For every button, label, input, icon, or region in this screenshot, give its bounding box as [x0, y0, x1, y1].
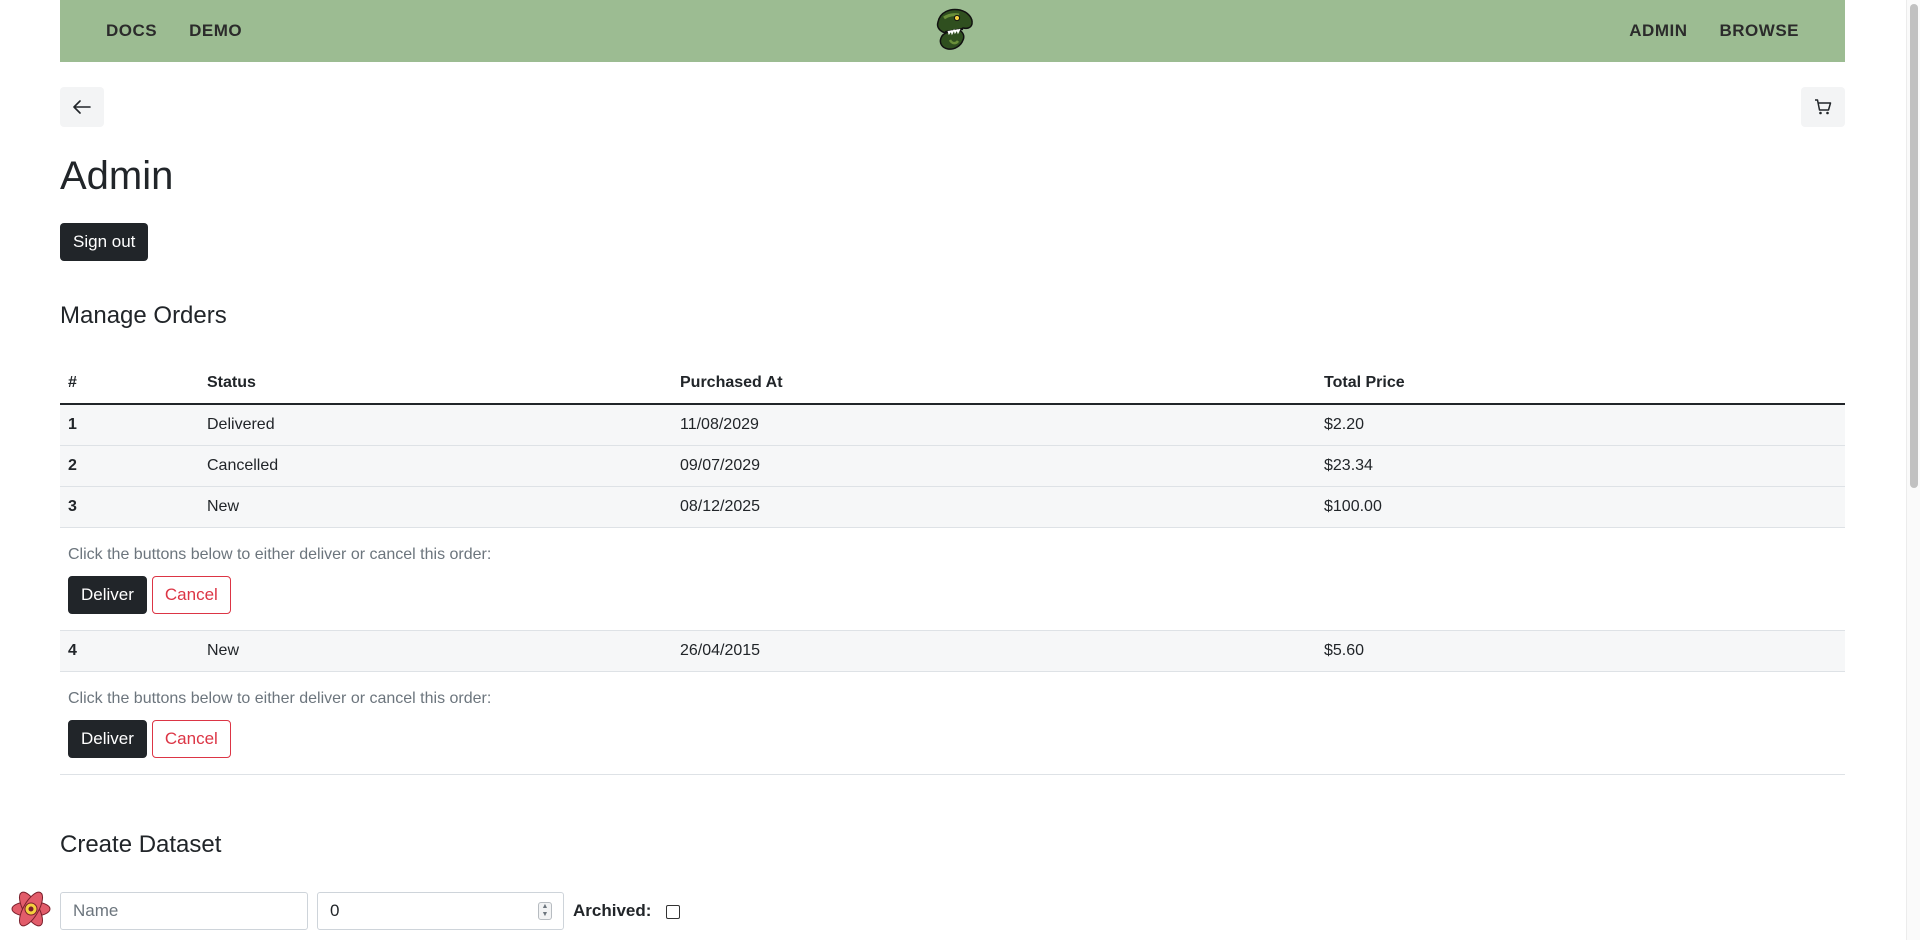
order-total: $23.34 [1316, 445, 1845, 487]
create-dataset-heading: Create Dataset [60, 831, 222, 858]
dataset-number-field: ▲▼ [317, 892, 564, 930]
order-id: 2 [60, 445, 199, 487]
deliver-button[interactable]: Deliver [68, 575, 147, 614]
order-status: Delivered [199, 404, 672, 446]
order-total: $2.20 [1316, 404, 1845, 446]
orders-table: # Status Purchased At Total Price 1 Deli… [60, 362, 1845, 775]
column-header-status: Status [199, 362, 672, 405]
order-total: $5.60 [1316, 630, 1845, 672]
order-actions-note: Click the buttons below to either delive… [68, 689, 492, 707]
order-actions-cell: Click the buttons below to either delive… [60, 671, 1845, 775]
page-root: DOCS DEMO ADMIN BROWSE Admin Sign out Ma… [0, 0, 1920, 940]
cancel-button[interactable]: Cancel [151, 719, 231, 758]
table-row: 3 New 08/12/2025 $100.00 [60, 486, 1845, 528]
nav-link-demo[interactable]: DEMO [189, 21, 242, 41]
deliver-button[interactable]: Deliver [68, 719, 147, 758]
order-purchased-at: 11/08/2029 [672, 404, 1316, 446]
order-id: 4 [60, 630, 199, 672]
table-row: 4 New 26/04/2015 $5.60 [60, 630, 1845, 672]
order-actions-row: Click the buttons below to either delive… [60, 527, 1845, 631]
manage-orders-heading: Manage Orders [60, 302, 227, 329]
archived-label: Archived: [573, 901, 652, 920]
create-dataset-form: ▲▼ Archived: [60, 892, 681, 930]
order-status: New [199, 486, 672, 528]
table-header-row: # Status Purchased At Total Price [60, 362, 1845, 405]
cancel-button[interactable]: Cancel [151, 575, 231, 614]
order-actions-cell: Click the buttons below to either delive… [60, 527, 1845, 631]
cart-button[interactable] [1801, 87, 1845, 127]
nav-link-docs[interactable]: DOCS [106, 21, 157, 41]
table-row: 1 Delivered 11/08/2029 $2.20 [60, 404, 1845, 446]
order-id: 1 [60, 404, 199, 446]
cart-icon [1815, 99, 1832, 115]
order-id: 3 [60, 486, 199, 528]
archived-checkbox[interactable] [666, 905, 681, 919]
nav-link-admin[interactable]: ADMIN [1629, 21, 1687, 41]
order-status: New [199, 630, 672, 672]
arrow-left-icon [73, 100, 91, 114]
page-title: Admin [60, 154, 174, 198]
order-purchased-at: 09/07/2029 [672, 445, 1316, 487]
order-actions-note: Click the buttons below to either delive… [68, 545, 492, 563]
dinosaur-logo-icon[interactable] [930, 6, 976, 54]
top-navbar: DOCS DEMO ADMIN BROWSE [60, 0, 1845, 62]
sign-out-button[interactable]: Sign out [60, 223, 149, 261]
order-status: Cancelled [199, 445, 672, 487]
nav-link-browse[interactable]: BROWSE [1720, 21, 1800, 41]
main-container: DOCS DEMO ADMIN BROWSE Admin Sign out Ma… [60, 0, 1845, 930]
order-purchased-at: 08/12/2025 [672, 486, 1316, 528]
page-scrollbar[interactable] [1906, 0, 1920, 940]
back-button[interactable] [60, 87, 104, 127]
order-actions-row: Click the buttons below to either delive… [60, 671, 1845, 775]
nav-right: ADMIN BROWSE [1629, 21, 1799, 41]
column-header-purchased-at: Purchased At [672, 362, 1316, 405]
order-purchased-at: 26/04/2015 [672, 630, 1316, 672]
react-logo-icon[interactable] [10, 888, 52, 930]
number-spinner-icon[interactable]: ▲ ▼ [538, 902, 552, 920]
nav-left: DOCS DEMO [106, 21, 242, 41]
order-total: $100.00 [1316, 486, 1845, 528]
column-header-number: # [60, 362, 199, 405]
column-header-total-price: Total Price [1316, 362, 1845, 405]
table-row: 2 Cancelled 09/07/2029 $23.34 [60, 445, 1845, 487]
scrollbar-thumb[interactable] [1910, 4, 1918, 488]
dataset-number-input[interactable] [317, 892, 564, 930]
dataset-name-input[interactable] [60, 892, 308, 930]
